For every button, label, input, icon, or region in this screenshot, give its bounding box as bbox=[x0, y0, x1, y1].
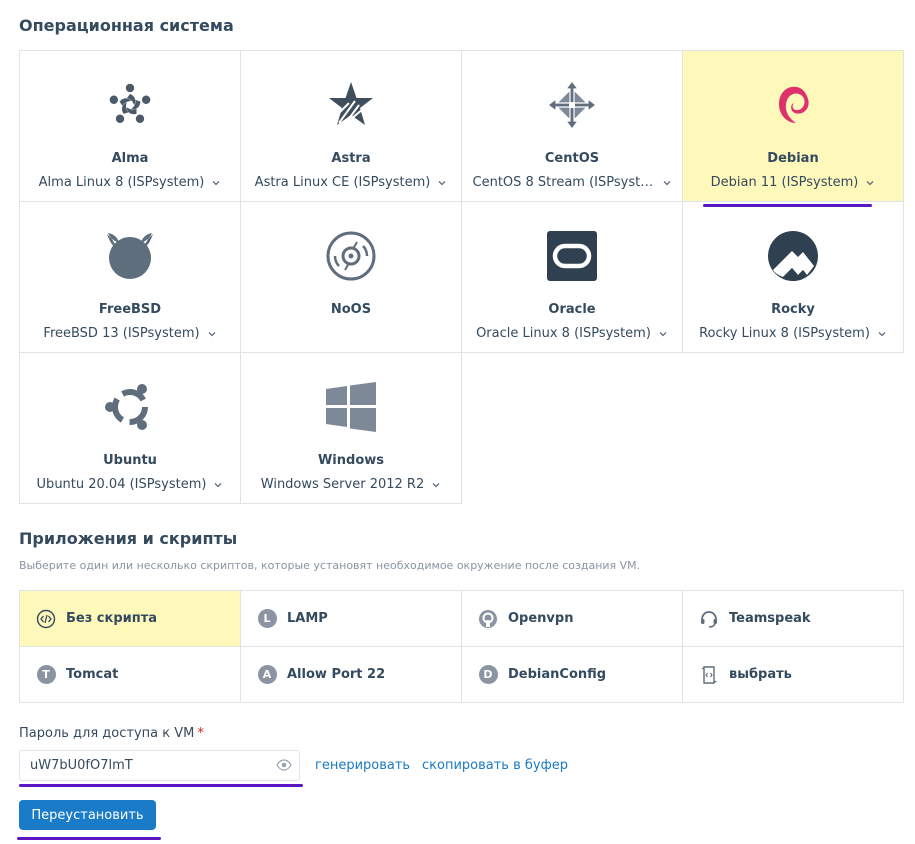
os-version-select[interactable]: FreeBSD 13 (ISPsystem) bbox=[20, 326, 240, 341]
astra-icon bbox=[241, 79, 461, 131]
copy-to-clipboard-link[interactable]: скопировать в буфер bbox=[422, 758, 568, 773]
os-section-title: Операционная система bbox=[19, 16, 234, 35]
letter-t-icon: T bbox=[36, 665, 56, 685]
os-name: Astra bbox=[331, 151, 371, 166]
headset-icon bbox=[699, 609, 719, 629]
generate-password-link[interactable]: генерировать bbox=[315, 758, 410, 773]
letter-l-icon: L bbox=[257, 609, 277, 629]
os-card-rocky[interactable]: Rocky Rocky Linux 8 (ISPsystem) bbox=[682, 201, 904, 353]
os-version-select[interactable]: Ubuntu 20.04 (ISPsystem) bbox=[20, 477, 240, 492]
chevron-down-icon bbox=[659, 331, 667, 336]
os-card-freebsd[interactable]: FreeBSD FreeBSD 13 (ISPsystem) bbox=[19, 201, 241, 353]
reinstall-button[interactable]: Переустановить bbox=[19, 800, 156, 830]
os-card-centos[interactable]: CentOS CentOS 8 Stream (ISPsystem) bbox=[461, 50, 683, 202]
oracle-icon bbox=[462, 230, 682, 282]
app-card-tomcat[interactable]: T Tomcat bbox=[19, 646, 241, 703]
os-name: NoOS bbox=[330, 302, 372, 317]
os-name: Debian bbox=[767, 151, 819, 166]
letter-a-icon: A bbox=[257, 665, 277, 685]
letter-d-icon: D bbox=[478, 665, 498, 685]
required-mark: * bbox=[197, 726, 204, 741]
os-name: Ubuntu bbox=[103, 453, 157, 468]
disc-icon bbox=[241, 230, 461, 282]
os-version-select[interactable]: Oracle Linux 8 (ISPsystem) bbox=[462, 326, 682, 341]
eye-icon[interactable] bbox=[276, 759, 292, 771]
os-name: Rocky bbox=[771, 302, 815, 317]
ubuntu-icon bbox=[20, 381, 240, 433]
os-version-select[interactable]: Rocky Linux 8 (ISPsystem) bbox=[683, 326, 903, 341]
os-card-astra[interactable]: Astra Astra Linux CE (ISPsystem) bbox=[240, 50, 462, 202]
os-version-select[interactable]: Windows Server 2012 R2 bbox=[241, 477, 461, 492]
windows-icon bbox=[241, 381, 461, 433]
os-grid: Alma Alma Linux 8 (ISPsystem) Astra Astr… bbox=[19, 50, 904, 504]
os-version-select[interactable]: CentOS 8 Stream (ISPsystem) bbox=[462, 175, 682, 190]
debian-icon bbox=[683, 79, 903, 131]
password-input[interactable] bbox=[20, 751, 270, 780]
os-card-windows[interactable]: Windows Windows Server 2012 R2 bbox=[240, 352, 462, 504]
app-card-debianconfig[interactable]: D DebianConfig bbox=[461, 646, 683, 703]
os-version-select[interactable]: Astra Linux CE (ISPsystem) bbox=[241, 175, 461, 190]
app-card-no-script[interactable]: Без скрипта bbox=[19, 590, 241, 647]
os-name: Windows bbox=[317, 453, 385, 468]
openvpn-icon bbox=[478, 609, 498, 629]
app-card-choose-script[interactable]: выбрать bbox=[682, 646, 904, 703]
centos-icon bbox=[462, 79, 682, 131]
highlight-underline bbox=[17, 837, 161, 840]
code-icon bbox=[36, 609, 56, 629]
chevron-down-icon bbox=[432, 482, 440, 487]
chevron-down-icon bbox=[214, 482, 222, 487]
app-card-teamspeak[interactable]: Teamspeak bbox=[682, 590, 904, 647]
apps-grid: Без скрипта L LAMP Openvpn Teamspeak T T… bbox=[19, 590, 904, 703]
highlight-underline bbox=[19, 784, 303, 787]
app-card-lamp[interactable]: L LAMP bbox=[240, 590, 462, 647]
script-file-icon bbox=[699, 665, 719, 685]
os-name: CentOS bbox=[544, 151, 600, 166]
os-card-oracle[interactable]: Oracle Oracle Linux 8 (ISPsystem) bbox=[461, 201, 683, 353]
os-name: Oracle bbox=[548, 302, 596, 317]
alma-icon bbox=[20, 79, 240, 131]
os-name: FreeBSD bbox=[98, 302, 162, 317]
app-card-openvpn[interactable]: Openvpn bbox=[461, 590, 683, 647]
os-version-select[interactable]: Debian 11 (ISPsystem) bbox=[683, 175, 903, 190]
chevron-down-icon bbox=[663, 180, 670, 185]
os-card-noos[interactable]: NoOS bbox=[240, 201, 462, 353]
chevron-down-icon bbox=[438, 180, 446, 185]
os-card-debian[interactable]: Debian Debian 11 (ISPsystem) bbox=[682, 50, 904, 202]
chevron-down-icon bbox=[866, 180, 874, 185]
apps-section-title: Приложения и скрипты bbox=[19, 529, 238, 548]
app-card-allow-port-22[interactable]: A Allow Port 22 bbox=[240, 646, 462, 703]
password-label: Пароль для доступа к VM * bbox=[19, 726, 204, 741]
os-card-ubuntu[interactable]: Ubuntu Ubuntu 20.04 (ISPsystem) bbox=[19, 352, 241, 504]
chevron-down-icon bbox=[212, 180, 220, 185]
os-version-select[interactable]: Alma Linux 8 (ISPsystem) bbox=[20, 175, 240, 190]
apps-section-subtitle: Выберите один или несколько скриптов, ко… bbox=[19, 559, 641, 572]
freebsd-icon bbox=[20, 230, 240, 282]
chevron-down-icon bbox=[208, 331, 216, 336]
os-card-alma[interactable]: Alma Alma Linux 8 (ISPsystem) bbox=[19, 50, 241, 202]
chevron-down-icon bbox=[878, 331, 886, 336]
password-field[interactable] bbox=[19, 750, 300, 781]
highlight-underline bbox=[703, 204, 872, 207]
rocky-icon bbox=[683, 230, 903, 282]
os-name: Alma bbox=[111, 151, 149, 166]
